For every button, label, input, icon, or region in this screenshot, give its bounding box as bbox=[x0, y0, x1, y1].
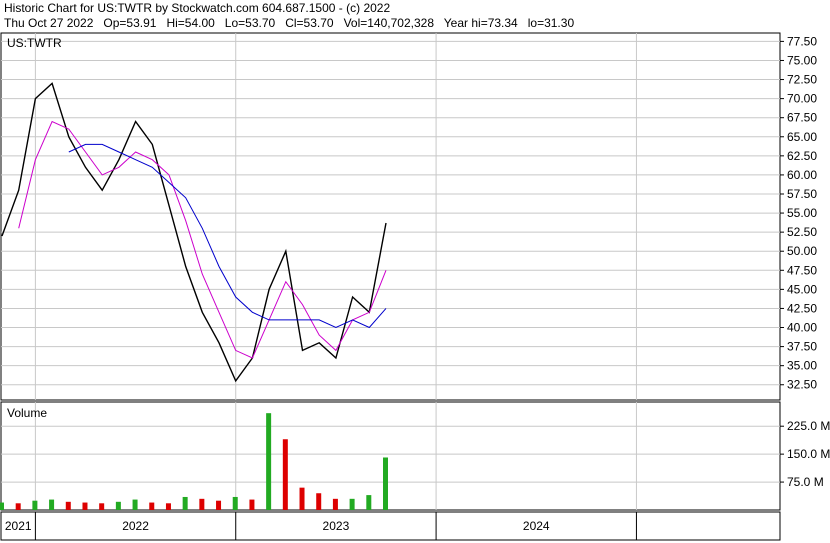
volume-bar bbox=[232, 496, 238, 510]
volume-bar bbox=[82, 502, 88, 510]
price-tick-label: 32.50 bbox=[787, 378, 817, 392]
volume-bar bbox=[216, 500, 222, 510]
time-axis: 2021 2022 2023 2024 bbox=[5, 33, 637, 540]
volume-tick-label: 225.0 M bbox=[787, 419, 830, 433]
year-label: 2022 bbox=[122, 519, 149, 533]
volume-bar bbox=[316, 493, 322, 510]
volume-axis: 225.0 M 150.0 M 75.0 M bbox=[780, 419, 830, 489]
price-tick-label: 77.50 bbox=[787, 34, 817, 48]
volume-bar bbox=[65, 501, 71, 510]
historic-chart: 77.50 75.00 72.50 70.00 67.50 65.00 62.50 60.00… bbox=[0, 32, 830, 541]
volume-bar bbox=[266, 413, 272, 510]
volume-bar bbox=[182, 496, 188, 510]
price-tick-label: 37.50 bbox=[787, 340, 817, 354]
volume-bar bbox=[32, 500, 38, 510]
year-label: 2021 bbox=[5, 519, 32, 533]
volume-tick-label: 75.0 M bbox=[787, 475, 824, 489]
price-tick-label: 35.00 bbox=[787, 359, 817, 373]
volume-bars bbox=[0, 413, 388, 510]
volume-tick-label: 150.0 M bbox=[787, 447, 830, 461]
price-gridlines bbox=[1, 40, 780, 386]
year-label: 2023 bbox=[323, 519, 350, 533]
price-axis: 77.50 75.00 72.50 70.00 67.50 65.00 62.50 60.00… bbox=[780, 34, 817, 392]
price-tick-label: 40.00 bbox=[787, 321, 817, 335]
price-tick-label: 52.50 bbox=[787, 225, 817, 239]
volume-bar bbox=[299, 487, 305, 510]
price-tick-label: 70.00 bbox=[787, 92, 817, 106]
price-tick-label: 57.50 bbox=[787, 187, 817, 201]
price-tick-label: 50.00 bbox=[787, 244, 817, 258]
volume-bar bbox=[383, 457, 388, 510]
volume-bar bbox=[249, 499, 255, 510]
volume-bar bbox=[99, 503, 105, 510]
volume-bar bbox=[199, 498, 205, 510]
volume-label: Volume bbox=[7, 406, 47, 420]
price-tick-label: 55.00 bbox=[787, 206, 817, 220]
year-label: 2024 bbox=[523, 519, 550, 533]
price-tick-label: 62.50 bbox=[787, 149, 817, 163]
time-axis-frame bbox=[0, 511, 781, 541]
price-tick-label: 67.50 bbox=[787, 111, 817, 125]
price-tick-label: 45.00 bbox=[787, 282, 817, 296]
price-tick-label: 60.00 bbox=[787, 168, 817, 182]
volume-bar bbox=[349, 498, 355, 510]
volume-bar bbox=[332, 498, 338, 510]
price-tick-label: 65.00 bbox=[787, 130, 817, 144]
price-tick-label: 75.00 bbox=[787, 53, 817, 67]
volume-bar bbox=[165, 503, 171, 510]
price-tick-label: 72.50 bbox=[787, 73, 817, 87]
volume-gridlines bbox=[1, 425, 780, 483]
symbol-label: US:TWTR bbox=[7, 36, 62, 50]
volume-bar bbox=[132, 499, 138, 510]
volume-bar bbox=[49, 499, 55, 510]
price-tick-label: 42.50 bbox=[787, 301, 817, 315]
volume-panel-frame bbox=[0, 401, 781, 511]
ma_long-line bbox=[68, 143, 387, 329]
volume-bar bbox=[366, 495, 372, 510]
volume-bar bbox=[282, 439, 288, 510]
volume-bar bbox=[0, 502, 4, 510]
price-panel-frame bbox=[0, 32, 781, 401]
volume-bar bbox=[115, 501, 121, 510]
price-tick-label: 47.50 bbox=[787, 263, 817, 277]
volume-bar bbox=[149, 502, 155, 510]
ma_short-line bbox=[18, 120, 387, 359]
volume-bar bbox=[15, 503, 21, 510]
